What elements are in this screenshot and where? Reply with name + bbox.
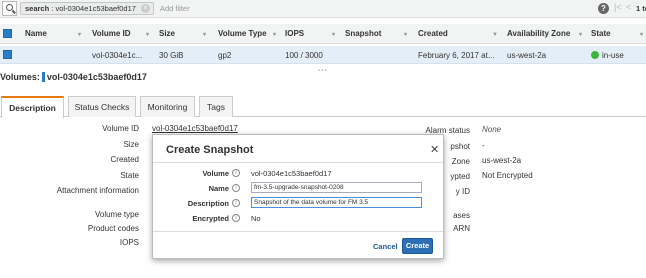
- info-icon[interactable]: i: [232, 214, 240, 222]
- sort-caret-icon[interactable]: ▼: [492, 29, 498, 38]
- label-iops: IOPS: [119, 238, 139, 247]
- tab-monitoring[interactable]: Monitoring: [140, 96, 195, 117]
- filter-input[interactable]: Add filter: [160, 4, 190, 13]
- encrypted-value: No: [251, 214, 261, 223]
- description-label: Description: [187, 199, 229, 208]
- close-icon[interactable]: ✕: [430, 143, 439, 156]
- dialog-title: Create Snapshot: [166, 144, 254, 156]
- sort-caret-icon[interactable]: ▾: [579, 29, 582, 38]
- label-availability-zone: Zone: [451, 157, 470, 166]
- cell-volume-id: vol-0304e1c...: [92, 51, 143, 60]
- details-title: Volumes: vol-0304e1c53baef0d17: [0, 72, 147, 82]
- filter-token[interactable]: search : vol-0304e1c53baef0d17 ×: [20, 2, 154, 15]
- status-dot-icon: [591, 51, 599, 59]
- sort-caret-icon[interactable]: ▾: [332, 29, 335, 38]
- info-icon[interactable]: i: [232, 169, 240, 177]
- col-snapshot[interactable]: Snapshot: [345, 29, 381, 38]
- label-created: Created: [110, 155, 139, 164]
- search-icon[interactable]: [2, 1, 17, 16]
- cell-volume-type: gp2: [218, 51, 232, 60]
- col-created[interactable]: Created: [418, 29, 448, 38]
- table-row[interactable]: vol-0304e1c... 30 GiB gp2 100 / 3000 Feb…: [0, 46, 646, 64]
- clear-token-icon[interactable]: ×: [140, 4, 150, 13]
- label-kms-key-id: y ID: [455, 187, 470, 196]
- col-volume-id[interactable]: Volume ID: [92, 29, 131, 38]
- create-button[interactable]: Create: [402, 238, 433, 254]
- row-checkbox[interactable]: [3, 50, 12, 59]
- filter-bar: search : vol-0304e1c53baef0d17 × Add fil…: [0, 0, 646, 18]
- cell-availability-zone: us-west-2a: [507, 51, 547, 60]
- sort-caret-icon[interactable]: ▾: [640, 29, 643, 38]
- label-kms-key-arn: ARN: [453, 224, 470, 233]
- cell-iops: 100 / 3000: [285, 51, 323, 60]
- label-snapshot: pshot: [450, 142, 470, 151]
- volume-value: vol-0304e1c53baef0d17: [251, 169, 332, 178]
- sort-caret-icon[interactable]: ▾: [146, 29, 149, 38]
- cancel-button[interactable]: Cancel: [373, 242, 398, 251]
- cell-state-text: in-use: [602, 51, 624, 60]
- dialog-divider: [153, 162, 443, 163]
- label-state: State: [120, 171, 139, 180]
- value-availability-zone: us-west-2a: [482, 156, 522, 165]
- label-attachment-information: Attachment information: [56, 186, 139, 195]
- filter-token-value: vol-0304e1c53baef0d17: [55, 4, 136, 13]
- volume-color-marker: [41, 72, 45, 82]
- create-snapshot-dialog: Create Snapshot ✕ Volume i vol-0304e1c53…: [152, 134, 444, 259]
- label-kms-aliases: ases: [453, 211, 470, 220]
- col-name[interactable]: Name: [25, 29, 47, 38]
- snapshot-name-input[interactable]: fm-3.5-upgrade-snapshot-0208: [251, 182, 422, 193]
- col-state[interactable]: State: [591, 29, 611, 38]
- tab-description[interactable]: Description: [1, 96, 64, 118]
- pagination-text: 1 to 1 of 1: [636, 4, 646, 13]
- info-icon[interactable]: i: [232, 184, 240, 192]
- label-encrypted: ypted: [450, 172, 470, 181]
- details-volume-id: vol-0304e1c53baef0d17: [46, 72, 147, 82]
- value-volume-id[interactable]: vol-0304e1c53baef0d17: [152, 124, 238, 133]
- value-encrypted: Not Encrypted: [482, 171, 533, 180]
- name-label: Name: [208, 184, 229, 193]
- col-size[interactable]: Size: [159, 29, 175, 38]
- first-page-icon[interactable]: |<: [614, 2, 622, 12]
- cell-created: February 6, 2017 at...: [418, 51, 495, 60]
- tab-status-checks[interactable]: Status Checks: [68, 96, 136, 117]
- col-availability-zone[interactable]: Availability Zone: [507, 29, 570, 38]
- label-volume-type: Volume type: [94, 210, 139, 219]
- cell-size: 30 GiB: [159, 51, 184, 60]
- label-size: Size: [123, 140, 139, 149]
- resize-handle[interactable]: ▪▪▪: [318, 68, 327, 74]
- filter-token-key: search: [25, 4, 50, 13]
- details-prefix: Volumes:: [0, 72, 40, 82]
- prev-page-icon[interactable]: <: [626, 2, 631, 12]
- select-all-checkbox[interactable]: [3, 29, 12, 38]
- encrypted-label: Encrypted: [192, 214, 229, 223]
- info-icon[interactable]: i: [232, 199, 240, 207]
- sort-caret-icon[interactable]: ▾: [404, 29, 407, 38]
- table-header: Name ▾ Volume ID ▾ Size ▾ Volume Type ▾ …: [0, 24, 646, 44]
- sort-caret-icon[interactable]: ▾: [273, 29, 276, 38]
- snapshot-description-input[interactable]: Snapshot of the data volume for FM 3.5: [251, 197, 422, 208]
- dialog-footer-divider: [153, 231, 443, 232]
- label-volume-id: Volume ID: [102, 124, 139, 133]
- col-iops[interactable]: IOPS: [285, 29, 304, 38]
- value-snapshot: -: [482, 141, 485, 150]
- help-icon[interactable]: ?: [598, 3, 609, 14]
- label-product-codes: Product codes: [87, 224, 139, 233]
- tab-tags[interactable]: Tags: [199, 96, 233, 117]
- volume-label: Volume: [202, 169, 229, 178]
- sort-caret-icon[interactable]: ▾: [78, 29, 81, 38]
- col-volume-type[interactable]: Volume Type: [218, 29, 267, 38]
- sort-caret-icon[interactable]: ▾: [203, 29, 206, 38]
- cell-state: in-use: [591, 51, 624, 60]
- value-alarm-status: None: [482, 125, 502, 134]
